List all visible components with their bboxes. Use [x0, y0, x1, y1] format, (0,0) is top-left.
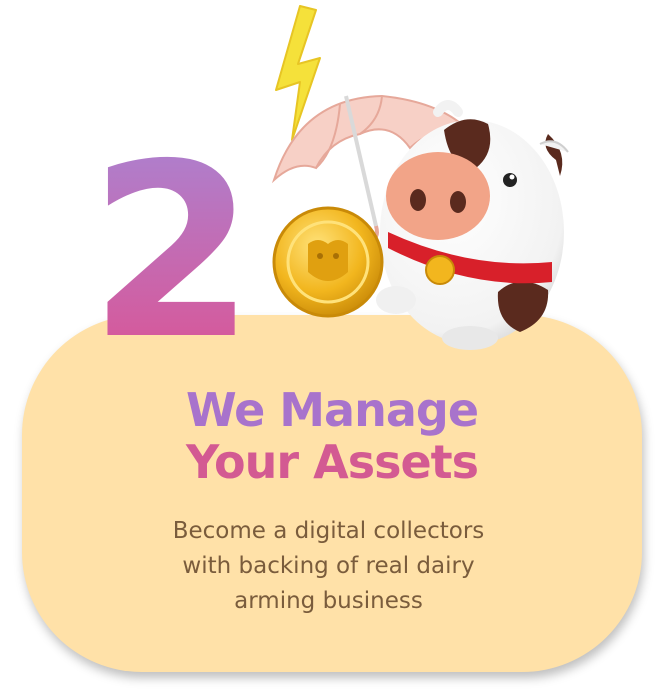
description-line: arming business: [234, 588, 423, 614]
step-card-section: 2 We Manage Your Assets Become a digital…: [0, 0, 657, 689]
heading-line-1: We Manage: [185, 383, 479, 437]
description-line: with backing of real dairy: [182, 553, 475, 579]
coin-icon: [272, 206, 384, 318]
description-line: Become a digital collectors: [172, 518, 485, 544]
description: Become a digital collectors with backing…: [100, 514, 557, 619]
heading-line-2: Your Assets: [185, 435, 479, 489]
step-number: 2: [89, 112, 256, 392]
